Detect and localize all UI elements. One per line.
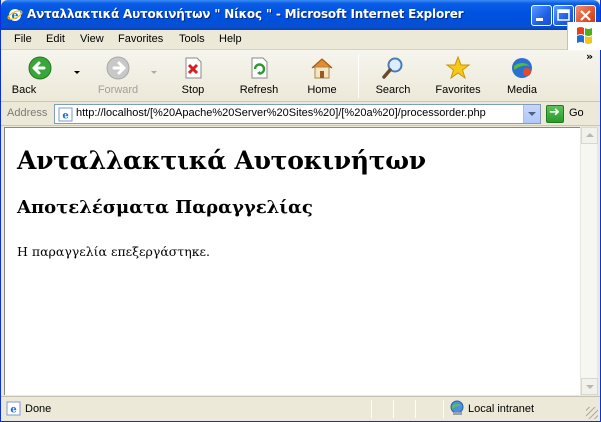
menu-edit[interactable]: Edit (46, 33, 65, 45)
refresh-icon (251, 57, 268, 79)
svg-text:e: e (10, 405, 16, 416)
status-separator (415, 400, 416, 418)
menu-help[interactable]: Help (219, 33, 242, 45)
page-content: Ανταλλακτικά Αυτοκινήτων Αποτελέσματα Πα… (4, 127, 580, 395)
stop-icon (185, 57, 202, 79)
back-arrow-icon (28, 56, 52, 80)
refresh-button[interactable]: Refresh (233, 52, 285, 100)
status-text: Done (25, 403, 52, 415)
status-separator (443, 400, 444, 418)
scroll-up-button[interactable] (581, 127, 598, 144)
resize-grip[interactable] (586, 407, 598, 419)
page-subheading: Αποτελέσματα Παραγγελίας (17, 197, 313, 218)
page-heading: Ανταλλακτικά Αυτοκινήτων (17, 146, 426, 175)
security-zone: Local intranet (468, 403, 535, 415)
title-bar[interactable]: e Ανταλλακτικά Αυτοκινήτων " Νίκος " - M… (1, 0, 600, 30)
windows-flag-logo (567, 22, 601, 50)
back-label: Back (11, 84, 37, 96)
windows-logo-icon (577, 27, 592, 44)
media-label: Media (507, 84, 537, 96)
address-dropdown-button[interactable] (523, 105, 540, 123)
browser-window: e Ανταλλακτικά Αυτοκινήτων " Νίκος " - M… (0, 0, 601, 422)
media-button[interactable]: Media (499, 52, 545, 100)
refresh-label: Refresh (239, 84, 279, 96)
address-label: Address (7, 107, 48, 119)
forward-arrow-icon (106, 56, 130, 80)
minimize-icon (536, 18, 543, 21)
status-page-icon: e (6, 401, 21, 416)
ie-logo-icon: e (7, 9, 23, 22)
media-icon (512, 58, 532, 78)
stop-button[interactable]: Stop (169, 52, 217, 100)
favorites-label: Favorites (435, 84, 481, 96)
window-title: Ανταλλακτικά Αυτοκινήτων " Νίκος " - Mic… (27, 7, 464, 21)
forward-history-dropdown[interactable] (151, 71, 157, 74)
toolbar-more-chevron[interactable]: » (586, 50, 593, 63)
back-history-dropdown[interactable] (74, 71, 80, 74)
menu-view[interactable]: View (80, 33, 104, 45)
vertical-scrollbar[interactable] (580, 127, 598, 395)
address-bar: Address e http://localhost/[%20Apache%20… (1, 102, 600, 126)
menu-tools[interactable]: Tools (179, 33, 205, 45)
search-button[interactable]: Search (369, 52, 417, 100)
order-status-message: Η παραγγελία επεξεργάστηκε. (17, 244, 210, 259)
minimize-button[interactable] (531, 5, 552, 26)
toolbar-separator (358, 54, 359, 98)
stop-label: Stop (181, 84, 205, 96)
local-intranet-icon (450, 400, 464, 415)
favorites-button[interactable]: Favorites (429, 52, 487, 100)
forward-label: Forward (97, 84, 139, 96)
menu-favorites[interactable]: Favorites (118, 33, 163, 45)
go-arrow-icon[interactable] (546, 105, 564, 123)
address-url: http://localhost/[%20Apache%20Server%20S… (76, 107, 486, 119)
svg-text:e: e (62, 111, 68, 122)
scroll-down-button[interactable] (581, 378, 598, 395)
home-button[interactable]: Home (299, 52, 345, 100)
back-button[interactable]: Back (9, 52, 71, 100)
menu-file[interactable]: File (14, 33, 32, 45)
page-ie-icon: e (58, 107, 73, 122)
home-icon (311, 58, 333, 79)
address-input[interactable]: e http://localhost/[%20Apache%20Server%2… (54, 104, 541, 124)
standard-toolbar: Back Forward Stop Refresh Home Search Fa… (1, 50, 600, 102)
status-separator (393, 400, 394, 418)
star-icon (445, 55, 471, 80)
status-separator (371, 400, 372, 418)
forward-button[interactable]: Forward (93, 52, 143, 100)
menu-bar: File Edit View Favorites Tools Help (1, 30, 600, 50)
search-label: Search (375, 84, 411, 96)
home-label: Home (307, 84, 337, 96)
go-button[interactable]: Go (569, 107, 584, 119)
search-icon (382, 57, 403, 79)
status-bar: e Done Local intranet (1, 396, 600, 421)
